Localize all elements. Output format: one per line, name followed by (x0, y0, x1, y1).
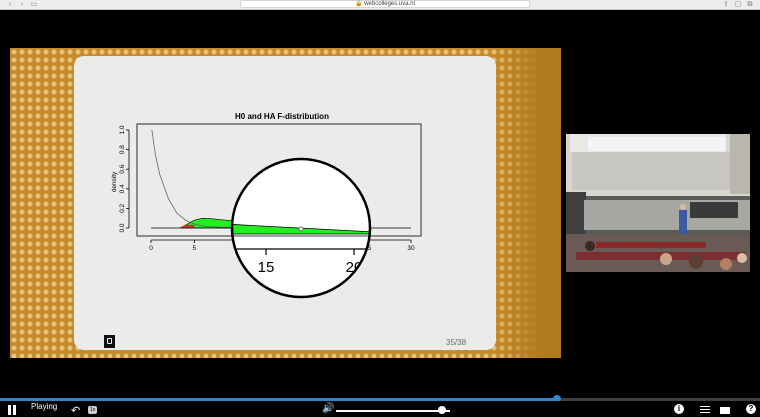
slide-frame-fade (491, 48, 561, 358)
copy-icon[interactable]: ▢ (732, 0, 744, 8)
info-icon[interactable]: i (674, 404, 684, 414)
browser-right-icons: ⇪ ▢ ⧉ (720, 0, 756, 9)
magnified-tick-label: 15 (258, 259, 275, 276)
pause-icon[interactable] (8, 405, 17, 415)
y-tick-label: 0.6 (119, 164, 126, 173)
menu-icon[interactable] (700, 406, 710, 413)
f-distribution-chart: H0 and HA F-distribution density 0.00.20… (111, 112, 422, 299)
forward-icon[interactable]: › (16, 1, 28, 8)
playback-status: Playing (31, 403, 57, 411)
y-tick-label: 0.8 (119, 145, 126, 154)
slide-panel: H0 and HA F-distribution density 0.0 0.2 0… (10, 48, 561, 358)
help-icon[interactable]: ? (746, 404, 756, 414)
magnifier: 15 20 (230, 157, 372, 299)
y-tick-label: 0.4 (119, 184, 126, 193)
speed-button[interactable]: 1x (88, 406, 98, 414)
rewind-icon[interactable]: ↶ (71, 404, 80, 417)
y-axis-label: density (111, 171, 118, 192)
back-icon[interactable]: ‹ (4, 1, 16, 8)
sidebar-icon[interactable]: ▭ (28, 0, 40, 8)
x-tick-label: 30 (407, 245, 415, 252)
url-text: webcolleges.uva.nl (364, 1, 415, 7)
status-label: Playing (31, 402, 58, 411)
rejection-region (178, 224, 195, 228)
browser-toolbar: ‹ › ▭ 🔒 webcolleges.uva.nl ⇪ ▢ ⧉ (0, 0, 760, 10)
volume-slider[interactable] (336, 410, 450, 412)
mail-icon[interactable] (720, 407, 730, 414)
x-tick-label: 5 (193, 245, 197, 252)
university-logo (104, 335, 115, 348)
lock-icon: 🔒 (355, 1, 363, 7)
share-icon[interactable]: ⇪ (720, 0, 732, 8)
volume-handle[interactable] (438, 406, 447, 414)
address-bar[interactable]: 🔒 webcolleges.uva.nl (240, 0, 530, 8)
y-axis: 0.0 0.2 0.4 0.6 0.8 1.0 (119, 125, 130, 233)
lecture-hall-image (566, 134, 750, 272)
slide: H0 and HA F-distribution density 0.0 0.2 0… (74, 56, 496, 350)
x-tick-label: 0 (149, 245, 153, 252)
y-tick-label: 0.0 (119, 223, 126, 232)
browser-nav: ‹ › ▭ (4, 0, 40, 8)
y-tick-label: 0.2 (119, 204, 126, 213)
h0-density-curve (151, 129, 238, 229)
webcam-video[interactable] (566, 134, 750, 272)
slide-number: 35/38 (446, 338, 467, 347)
chart-title: H0 and HA F-distribution (235, 112, 329, 121)
tabs-icon[interactable]: ⧉ (744, 1, 756, 9)
magnifier-center-dot (298, 226, 304, 232)
player-controls: Playing ↶ 1x 🔊 i ? (0, 401, 760, 417)
volume-icon[interactable]: 🔊 (322, 403, 334, 414)
y-tick-label: 1.0 (119, 125, 126, 134)
